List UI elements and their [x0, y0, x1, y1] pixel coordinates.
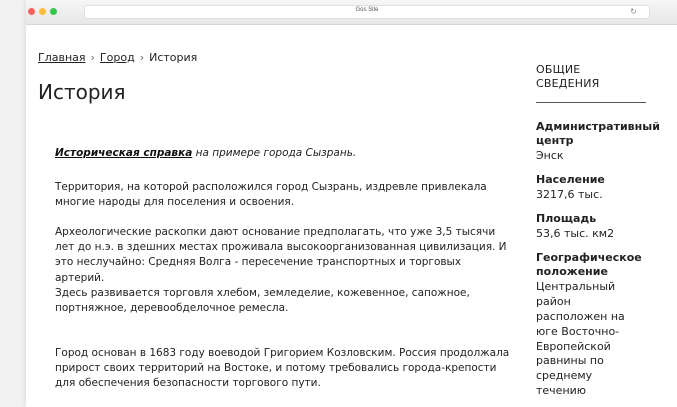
article-paragraph: Здесь развивается торговля хлебом, земле…	[55, 286, 470, 315]
fact-geography: Географическое положение Центральный рай…	[536, 251, 677, 399]
close-window-button[interactable]	[28, 8, 35, 15]
browser-window: Gos Site ↻ Главная › Город › История История…	[26, 0, 677, 407]
facts-list: Административный центр Энск Население 32…	[536, 120, 677, 399]
sidebar-title: Общие сведения	[536, 63, 600, 91]
article-intro-text: на примере города Сызрань.	[195, 147, 357, 159]
historical-reference-link[interactable]: Историческая справка	[55, 147, 192, 159]
breadcrumb-separator: ›	[90, 51, 95, 64]
breadcrumb-link-home[interactable]: Главная	[38, 51, 86, 64]
fact-value: 53,6 тыс. км2	[536, 226, 615, 240]
fact-area: Площадь 53,6 тыс. км2	[536, 212, 677, 242]
fact-label: Географическое положение	[536, 250, 642, 279]
breadcrumb-current: История	[149, 51, 198, 64]
browser-titlebar: Gos Site ↻	[26, 0, 677, 25]
fact-value: 3217,6 тыс.	[536, 187, 603, 201]
fact-label: Административный центр	[536, 119, 660, 148]
fact-label: Площадь	[536, 211, 597, 225]
fact-admin-center: Административный центр Энск	[536, 120, 677, 165]
fact-population: Население 3217,6 тыс.	[536, 173, 677, 203]
fact-value: Энск	[536, 149, 564, 163]
breadcrumb-link-city[interactable]: Город	[100, 51, 135, 64]
page-title: История	[38, 80, 126, 104]
fact-value: Центральный район расположен на юге Вост…	[536, 280, 625, 398]
article-paragraph: Археологические раскопки дают основание …	[55, 226, 507, 284]
article-intro: Историческая справка на примере города С…	[55, 146, 356, 161]
breadcrumb: Главная › Город › История	[38, 51, 197, 64]
general-info-sidebar: Общие сведения Административный центр Эн…	[536, 63, 677, 407]
address-text: Gos Site	[355, 7, 379, 13]
fact-label: Население	[536, 173, 605, 187]
article-paragraph-group: Археологические раскопки дают основание …	[55, 225, 513, 316]
breadcrumb-separator: ›	[139, 51, 145, 64]
article-paragraph: Территория, на которой расположился горо…	[55, 181, 487, 209]
address-bar[interactable]: Gos Site ↻	[84, 5, 650, 19]
maximize-window-button[interactable]	[50, 8, 57, 15]
reload-icon[interactable]: ↻	[630, 6, 637, 18]
minimize-window-button[interactable]	[39, 8, 46, 15]
article-paragraph: Город основан в 1683 году воеводой Григо…	[55, 347, 510, 390]
sidebar-divider	[536, 101, 646, 103]
